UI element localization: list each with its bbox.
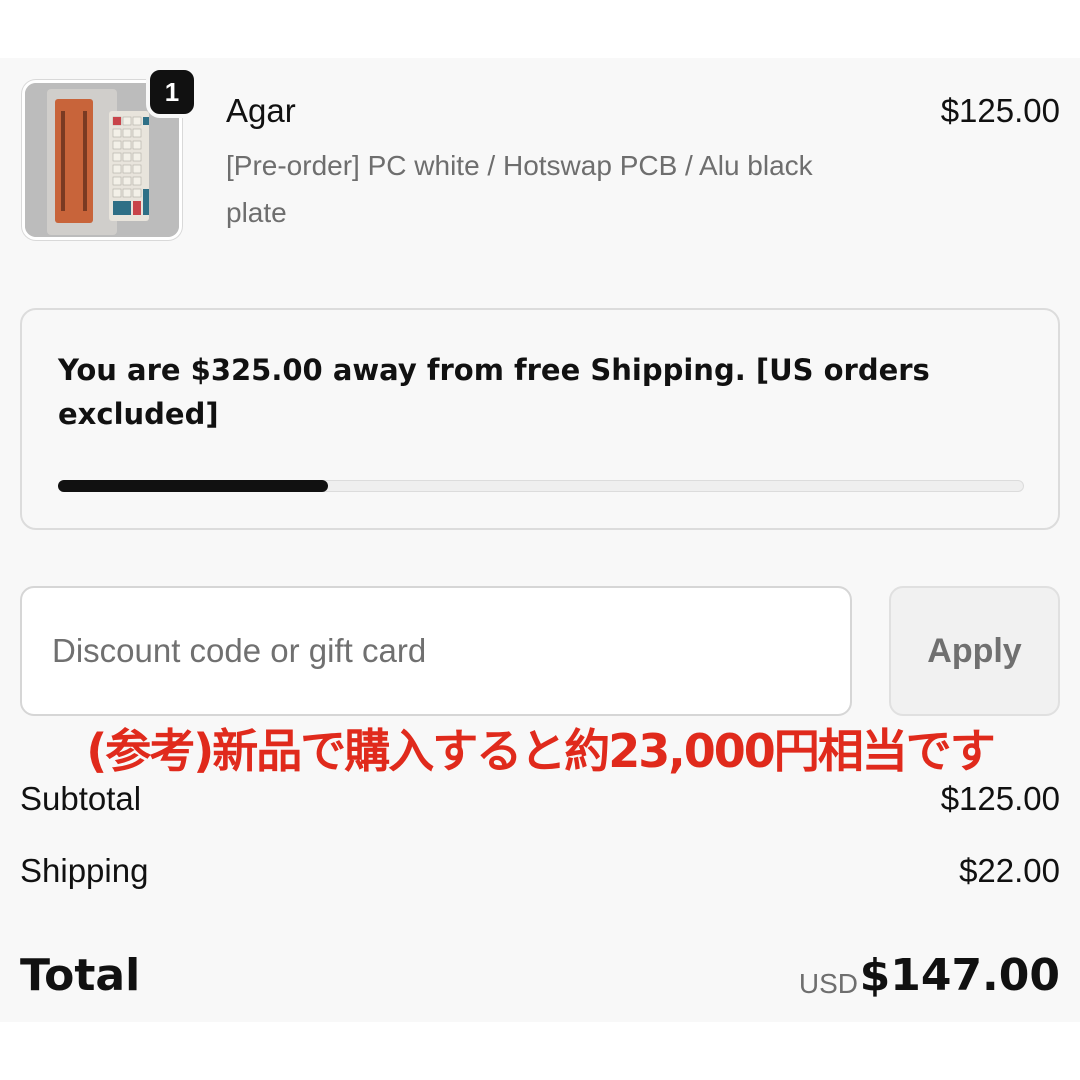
shipping-label: Shipping bbox=[20, 852, 149, 889]
total-currency: USD bbox=[798, 968, 858, 999]
shipping-value: $22.00 bbox=[959, 852, 1060, 889]
total-label: Total bbox=[20, 950, 141, 1001]
product-variant: [Pre-order] PC white / Hotswap PCB / Alu… bbox=[226, 150, 813, 228]
quantity-badge: 1 bbox=[146, 66, 198, 118]
product-name: Agar bbox=[226, 92, 296, 129]
total-value: $147.00 bbox=[859, 950, 1060, 1001]
reference-price-note: (参考)新品で購入すると約23,000円相当です bbox=[86, 724, 996, 778]
subtotal-label: Subtotal bbox=[20, 780, 142, 817]
free-shipping-box: You are $325.00 away from free Shipping.… bbox=[20, 308, 1060, 530]
product-price: $125.00 bbox=[940, 92, 1060, 129]
apply-discount-button[interactable]: Apply bbox=[889, 586, 1060, 716]
free-shipping-progress-fill bbox=[58, 480, 328, 492]
free-shipping-message: You are $325.00 away from free Shipping.… bbox=[58, 353, 930, 431]
discount-code-input[interactable] bbox=[20, 586, 852, 716]
subtotal-value: $125.00 bbox=[940, 780, 1060, 817]
